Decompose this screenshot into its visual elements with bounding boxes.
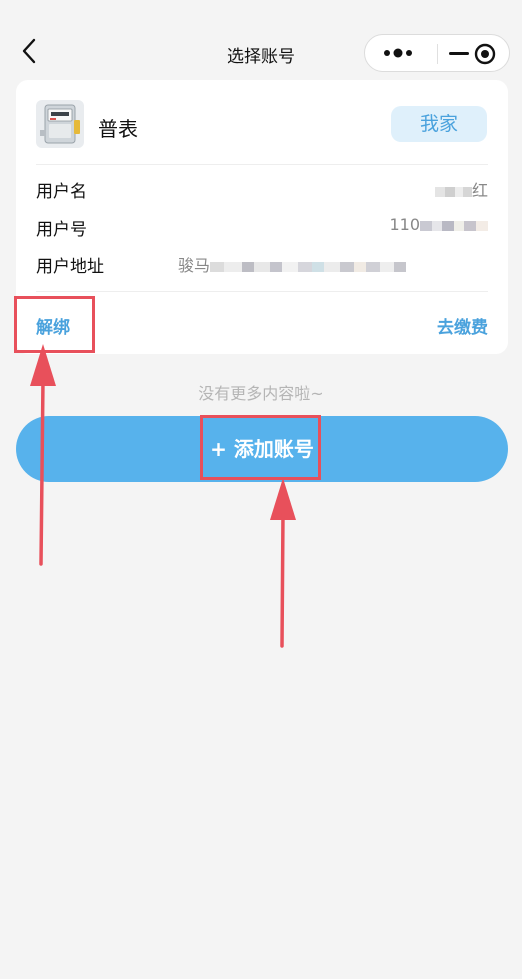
username-label: 用户名 [36, 182, 87, 202]
arrow-up-icon [270, 478, 296, 648]
info-row-user-number: 用户号 110 [36, 215, 488, 241]
address-label: 用户地址 [36, 257, 104, 277]
gas-meter-icon [36, 100, 84, 148]
more-dots-icon [384, 48, 412, 58]
more-button[interactable] [365, 35, 437, 71]
minus-icon [449, 52, 469, 55]
no-more-content-text: 没有更多内容啦~ [198, 384, 324, 403]
target-icon [474, 43, 496, 65]
account-card: 普表 我家 用户名 红 用户号 110 用户地址 骏马 解绑 去缴费 [16, 80, 508, 354]
user-number-value: 110 [389, 215, 488, 234]
mini-program-capsule [364, 34, 510, 72]
user-number-label: 用户号 [36, 220, 87, 240]
pay-button[interactable]: 去缴费 [437, 313, 488, 338]
add-account-button[interactable]: + 添加账号 [16, 416, 508, 482]
meter-type-label: 普表 [98, 117, 138, 141]
info-row-username: 用户名 红 [36, 177, 488, 203]
account-tag[interactable]: 我家 [391, 106, 487, 142]
divider [36, 164, 488, 165]
nav-bar: 选择账号 [0, 0, 522, 78]
address-value: 骏马 [178, 252, 488, 276]
minimize-button[interactable] [437, 35, 509, 71]
info-row-address: 用户地址 骏马 [36, 252, 488, 278]
unbind-button[interactable]: 解绑 [36, 313, 70, 338]
divider [36, 291, 488, 292]
username-value: 红 [434, 177, 488, 201]
